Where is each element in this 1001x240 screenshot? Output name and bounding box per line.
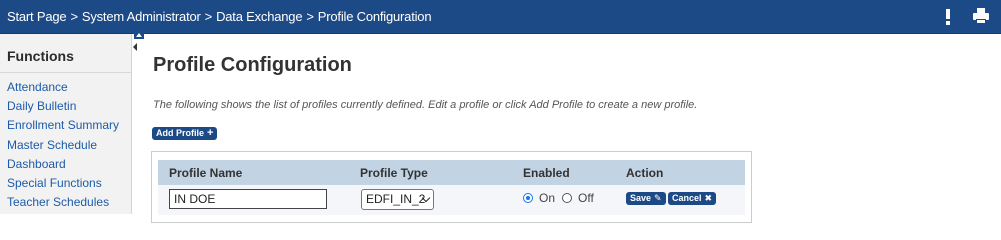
- add-profile-button[interactable]: Add Profile +: [152, 127, 218, 140]
- wrench-icon: ✎: [654, 193, 662, 203]
- column-header-profile-type: Profile Type: [360, 166, 428, 180]
- enabled-off-radio[interactable]: [562, 193, 572, 203]
- table-row: EDFI_IN_2 On Off Save✎ Cancel✖: [158, 185, 745, 215]
- profile-type-value: EDFI_IN_2: [366, 192, 426, 206]
- breadcrumb-profile-configuration: Profile Configuration: [317, 9, 432, 24]
- sidebar: Functions Attendance Daily Bulletin Enro…: [0, 34, 132, 214]
- sidebar-item-dashboard[interactable]: Dashboard: [7, 155, 119, 174]
- print-icon[interactable]: [973, 8, 989, 24]
- page-description: The following shows the list of profiles…: [153, 99, 698, 111]
- enabled-on-radio[interactable]: [523, 193, 533, 203]
- column-header-enabled: Enabled: [523, 166, 570, 180]
- breadcrumb-system-administrator[interactable]: System Administrator: [82, 9, 201, 24]
- cancel-label: Cancel: [672, 193, 702, 203]
- alert-icon[interactable]: [945, 8, 951, 26]
- plus-icon: +: [207, 127, 214, 139]
- profile-type-select[interactable]: EDFI_IN_2: [361, 189, 434, 210]
- save-label: Save: [630, 193, 652, 203]
- sidebar-title: Functions: [7, 48, 74, 64]
- save-button[interactable]: Save ✎: [626, 192, 666, 205]
- column-header-profile-name: Profile Name: [169, 166, 243, 180]
- sidebar-item-enrollment-summary[interactable]: Enrollment Summary: [7, 116, 119, 135]
- sidebar-item-special-functions[interactable]: Special Functions: [7, 174, 119, 193]
- sidebar-item-daily-bulletin[interactable]: Daily Bulletin: [7, 97, 119, 116]
- breadcrumb-data-exchange[interactable]: Data Exchange: [216, 9, 302, 24]
- enabled-off-label: Off: [578, 191, 594, 205]
- breadcrumb-separator: >: [306, 9, 314, 24]
- cancel-button[interactable]: Cancel ✖: [668, 192, 717, 205]
- breadcrumb: Start Page > System Administrator > Data Exc…: [7, 9, 432, 24]
- close-icon: ✖: [704, 193, 713, 203]
- sidebar-divider: [0, 72, 131, 73]
- profiles-table: Profile Name Profile Type Enabled Action…: [151, 151, 752, 223]
- sidebar-list: Attendance Daily Bulletin Enrollment Sum…: [7, 78, 119, 212]
- breadcrumb-separator: >: [70, 9, 78, 24]
- collapse-up-icon[interactable]: [134, 31, 144, 39]
- collapse-sidebar-icon[interactable]: [132, 42, 138, 52]
- sidebar-item-master-schedule[interactable]: Master Schedule: [7, 136, 119, 155]
- table-header: Profile Name Profile Type Enabled Action: [158, 160, 745, 185]
- enabled-on-label: On: [539, 191, 556, 205]
- sidebar-item-teacher-schedules[interactable]: Teacher Schedules: [7, 193, 119, 212]
- top-navigation-bar: Start Page > System Administrator > Data Exc…: [0, 0, 1001, 34]
- sidebar-item-attendance[interactable]: Attendance: [7, 78, 119, 97]
- page-title: Profile Configuration: [153, 54, 352, 76]
- profile-name-input[interactable]: [169, 189, 327, 209]
- column-header-action: Action: [626, 166, 664, 180]
- add-profile-label: Add Profile: [156, 128, 205, 138]
- breadcrumb-separator: >: [204, 9, 213, 24]
- breadcrumb-start-page[interactable]: Start Page: [7, 9, 67, 24]
